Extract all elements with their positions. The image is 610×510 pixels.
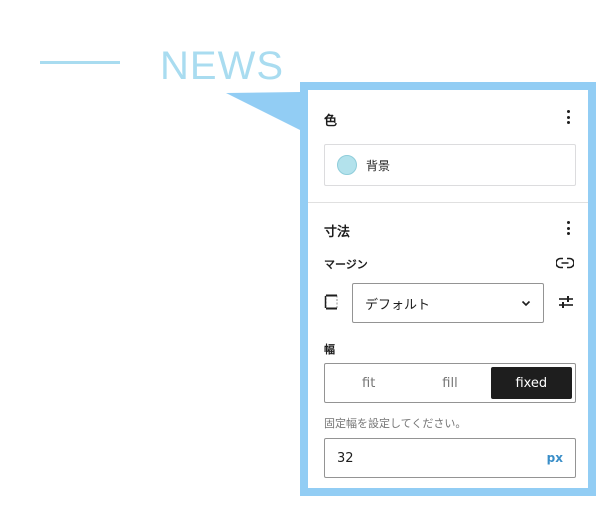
more-vertical-icon[interactable] [560, 219, 576, 237]
width-help-text: 固定幅を設定してください。 [324, 417, 467, 430]
color-swatch [337, 155, 357, 175]
width-option-fill[interactable]: fill [409, 367, 490, 399]
margin-side-icon [324, 294, 338, 310]
color-item-background[interactable]: 背景 [324, 144, 576, 186]
width-value: 32 [337, 450, 354, 466]
settings-sliders-icon[interactable] [558, 294, 574, 310]
margin-select[interactable]: デフォルト [352, 283, 544, 323]
margin-label: マージン [324, 258, 368, 271]
dimensions-section-heading: 寸法 [324, 225, 351, 240]
color-item-label: 背景 [366, 158, 391, 173]
more-vertical-icon[interactable] [560, 108, 576, 126]
width-toggle-group: fit fill fixed [324, 363, 576, 403]
link-icon[interactable] [556, 256, 574, 270]
unit-select[interactable]: px [547, 451, 563, 465]
width-option-fixed[interactable]: fixed [490, 367, 572, 399]
section-divider [308, 202, 588, 203]
callout-pointer-shape [226, 92, 300, 130]
width-label: 幅 [324, 343, 335, 356]
width-value-input[interactable]: 32 px [324, 438, 576, 478]
width-option-fit[interactable]: fit [328, 367, 409, 399]
margin-select-value: デフォルト [365, 297, 431, 313]
chevron-down-icon [521, 300, 531, 307]
block-settings-panel: 色 背景 寸法 マージン デフォルト 幅 fit fill fixed 固定幅を… [308, 90, 588, 488]
color-section-heading: 色 [324, 114, 338, 129]
